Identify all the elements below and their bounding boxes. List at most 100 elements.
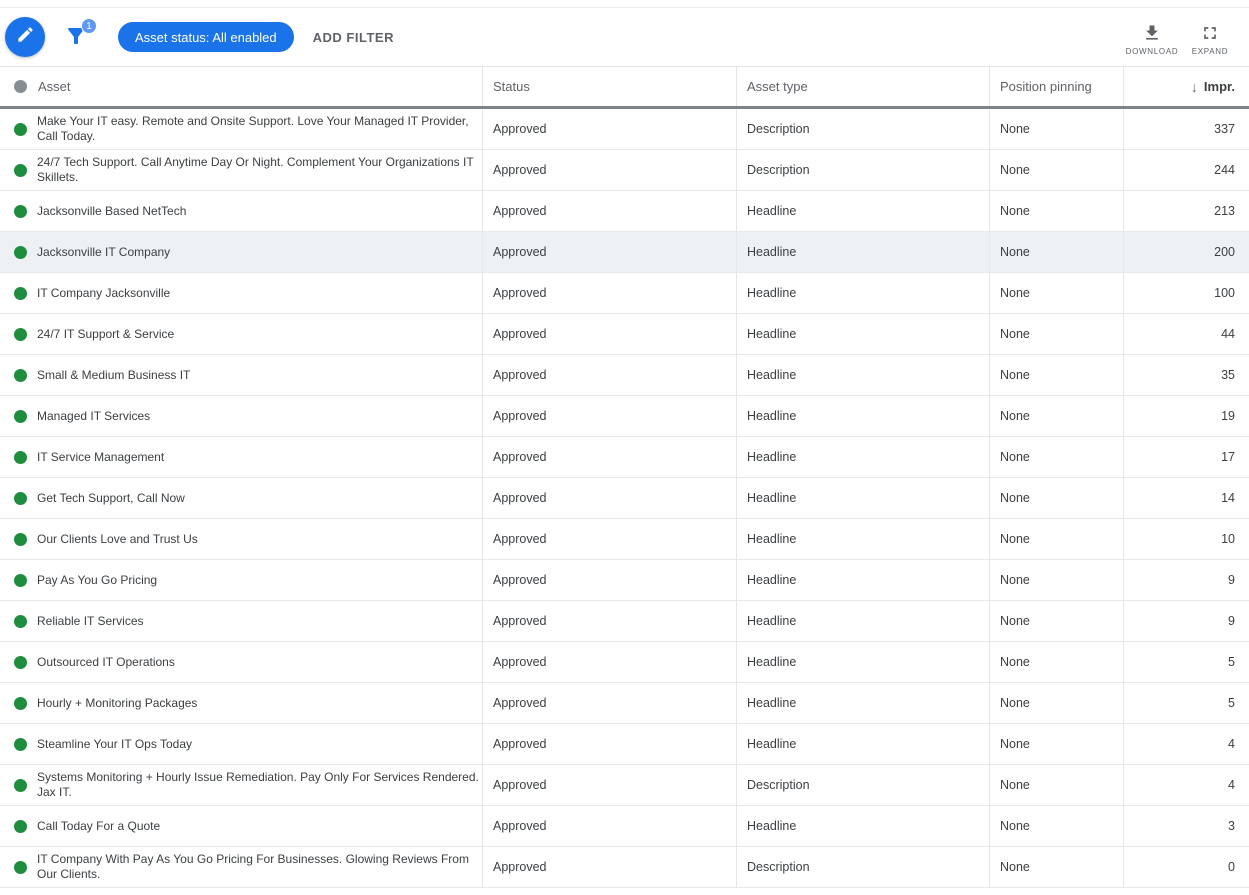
table-row[interactable]: Get Tech Support, Call Now Approved Head… <box>0 478 1249 519</box>
enabled-status-dot-icon[interactable] <box>14 819 27 833</box>
impressions-cell: 44 <box>1221 327 1235 341</box>
asset-text: Pay As You Go Pricing <box>37 572 158 587</box>
table-row[interactable]: Make Your IT easy. Remote and Onsite Sup… <box>0 109 1249 150</box>
table-row[interactable]: Outsourced IT Operations Approved Headli… <box>0 642 1249 683</box>
impressions-cell: 4 <box>1228 778 1235 792</box>
enabled-status-dot-icon[interactable] <box>14 163 27 177</box>
enabled-status-dot-icon[interactable] <box>14 409 27 423</box>
expand-button[interactable]: EXPAND <box>1181 23 1239 56</box>
enabled-status-dot-icon[interactable] <box>14 573 27 587</box>
table-header-row: Asset Status Asset type Position pinning… <box>0 67 1249 109</box>
asset-type-cell: Headline <box>737 273 990 313</box>
enabled-status-dot-icon[interactable] <box>14 204 27 218</box>
asset-type-cell: Headline <box>737 806 990 846</box>
table-row[interactable]: Small & Medium Business IT Approved Head… <box>0 355 1249 396</box>
asset-text: Managed IT Services <box>37 408 151 423</box>
status-cell: Approved <box>483 806 737 846</box>
asset-cell: IT Company Jacksonville <box>0 273 483 313</box>
status-cell: Approved <box>483 519 737 559</box>
status-cell: Approved <box>483 683 737 723</box>
position-pinning-cell: None <box>990 601 1124 641</box>
position-pinning-cell: None <box>990 396 1124 436</box>
asset-type-cell: Headline <box>737 601 990 641</box>
column-header-position-pinning[interactable]: Position pinning <box>990 67 1124 106</box>
filter-button[interactable]: 1 <box>64 18 97 52</box>
enabled-status-dot-icon[interactable] <box>14 860 27 874</box>
asset-type-cell: Headline <box>737 478 990 518</box>
asset-cell: Steamline Your IT Ops Today <box>0 724 483 764</box>
enabled-status-dot-icon[interactable] <box>14 286 27 300</box>
table-row[interactable]: Pay As You Go Pricing Approved Headline … <box>0 560 1249 601</box>
status-cell: Approved <box>483 437 737 477</box>
enabled-status-dot-icon[interactable] <box>14 614 27 628</box>
asset-type-cell: Description <box>737 847 990 887</box>
table-row[interactable]: Steamline Your IT Ops Today Approved Hea… <box>0 724 1249 765</box>
table-row[interactable]: 24/7 Tech Support. Call Anytime Day Or N… <box>0 150 1249 191</box>
impressions-cell: 14 <box>1221 491 1235 505</box>
funnel-icon <box>64 28 88 52</box>
enabled-status-dot-icon[interactable] <box>14 778 27 792</box>
table-row[interactable]: Systems Monitoring + Hourly Issue Remedi… <box>0 765 1249 806</box>
asset-text: Hourly + Monitoring Packages <box>37 695 198 710</box>
enabled-status-dot-icon[interactable] <box>14 368 27 382</box>
table-row[interactable]: IT Service Management Approved Headline … <box>0 437 1249 478</box>
asset-type-cell: Description <box>737 765 990 805</box>
table-row[interactable]: IT Company Jacksonville Approved Headlin… <box>0 273 1249 314</box>
impressions-cell: 10 <box>1221 532 1235 546</box>
enabled-status-dot-icon[interactable] <box>14 491 27 505</box>
enabled-status-dot-icon[interactable] <box>14 532 27 546</box>
table-row[interactable]: Reliable IT Services Approved Headline N… <box>0 601 1249 642</box>
toolbar-right-group: DOWNLOAD EXPAND <box>1123 19 1249 56</box>
table-row[interactable]: IT Company With Pay As You Go Pricing Fo… <box>0 847 1249 888</box>
asset-text: 24/7 Tech Support. Call Anytime Day Or N… <box>37 155 474 184</box>
table-row[interactable]: Jacksonville Based NetTech Approved Head… <box>0 191 1249 232</box>
pencil-icon <box>16 25 35 49</box>
impressions-cell: 19 <box>1221 409 1235 423</box>
table-row[interactable]: 24/7 IT Support & Service Approved Headl… <box>0 314 1249 355</box>
impressions-cell: 100 <box>1214 286 1235 300</box>
top-divider <box>0 0 1249 8</box>
asset-text: Outsourced IT Operations <box>37 654 175 669</box>
enabled-status-dot-icon[interactable] <box>14 122 27 136</box>
table-row[interactable]: Call Today For a Quote Approved Headline… <box>0 806 1249 847</box>
column-header-asset-type[interactable]: Asset type <box>737 67 990 106</box>
enabled-status-dot-icon[interactable] <box>14 696 27 710</box>
status-cell: Approved <box>483 396 737 436</box>
impressions-cell: 9 <box>1228 614 1235 628</box>
position-pinning-cell: None <box>990 232 1124 272</box>
table-row[interactable]: Managed IT Services Approved Headline No… <box>0 396 1249 437</box>
edit-button[interactable] <box>5 17 45 57</box>
asset-text: Our Clients Love and Trust Us <box>37 531 198 546</box>
enabled-status-dot-icon[interactable] <box>14 450 27 464</box>
filter-count-badge: 1 <box>81 18 97 34</box>
table-row[interactable]: Our Clients Love and Trust Us Approved H… <box>0 519 1249 560</box>
asset-type-cell: Description <box>737 150 990 190</box>
column-header-status-label: Status <box>493 79 530 94</box>
asset-type-cell: Headline <box>737 642 990 682</box>
asset-text: 24/7 IT Support & Service <box>37 326 175 341</box>
asset-cell: IT Service Management <box>0 437 483 477</box>
add-filter-button[interactable]: ADD FILTER <box>313 30 394 45</box>
table-row[interactable]: Jacksonville IT Company Approved Headlin… <box>0 232 1249 273</box>
column-header-asset[interactable]: Asset <box>0 67 483 106</box>
column-header-status[interactable]: Status <box>483 67 737 106</box>
asset-cell: Jacksonville IT Company <box>0 232 483 272</box>
asset-text: Jacksonville IT Company <box>37 244 171 259</box>
status-cell: Approved <box>483 191 737 231</box>
asset-text: IT Service Management <box>37 449 165 464</box>
enabled-status-dot-icon[interactable] <box>14 737 27 751</box>
enabled-status-dot-icon[interactable] <box>14 655 27 669</box>
status-cell: Approved <box>483 109 737 149</box>
download-button[interactable]: DOWNLOAD <box>1123 23 1181 56</box>
enabled-status-dot-icon[interactable] <box>14 245 27 259</box>
enabled-status-dot-icon[interactable] <box>14 327 27 341</box>
status-cell: Approved <box>483 150 737 190</box>
asset-status-filter-chip[interactable]: Asset status: All enabled <box>118 22 294 52</box>
status-cell: Approved <box>483 355 737 395</box>
asset-text: Jacksonville Based NetTech <box>37 203 187 218</box>
table-row[interactable]: Hourly + Monitoring Packages Approved He… <box>0 683 1249 724</box>
column-header-position-pinning-label: Position pinning <box>1000 79 1092 94</box>
asset-cell: Reliable IT Services <box>0 601 483 641</box>
expand-label: EXPAND <box>1191 46 1229 56</box>
column-header-impressions[interactable]: ↓ Impr. <box>1124 67 1249 106</box>
